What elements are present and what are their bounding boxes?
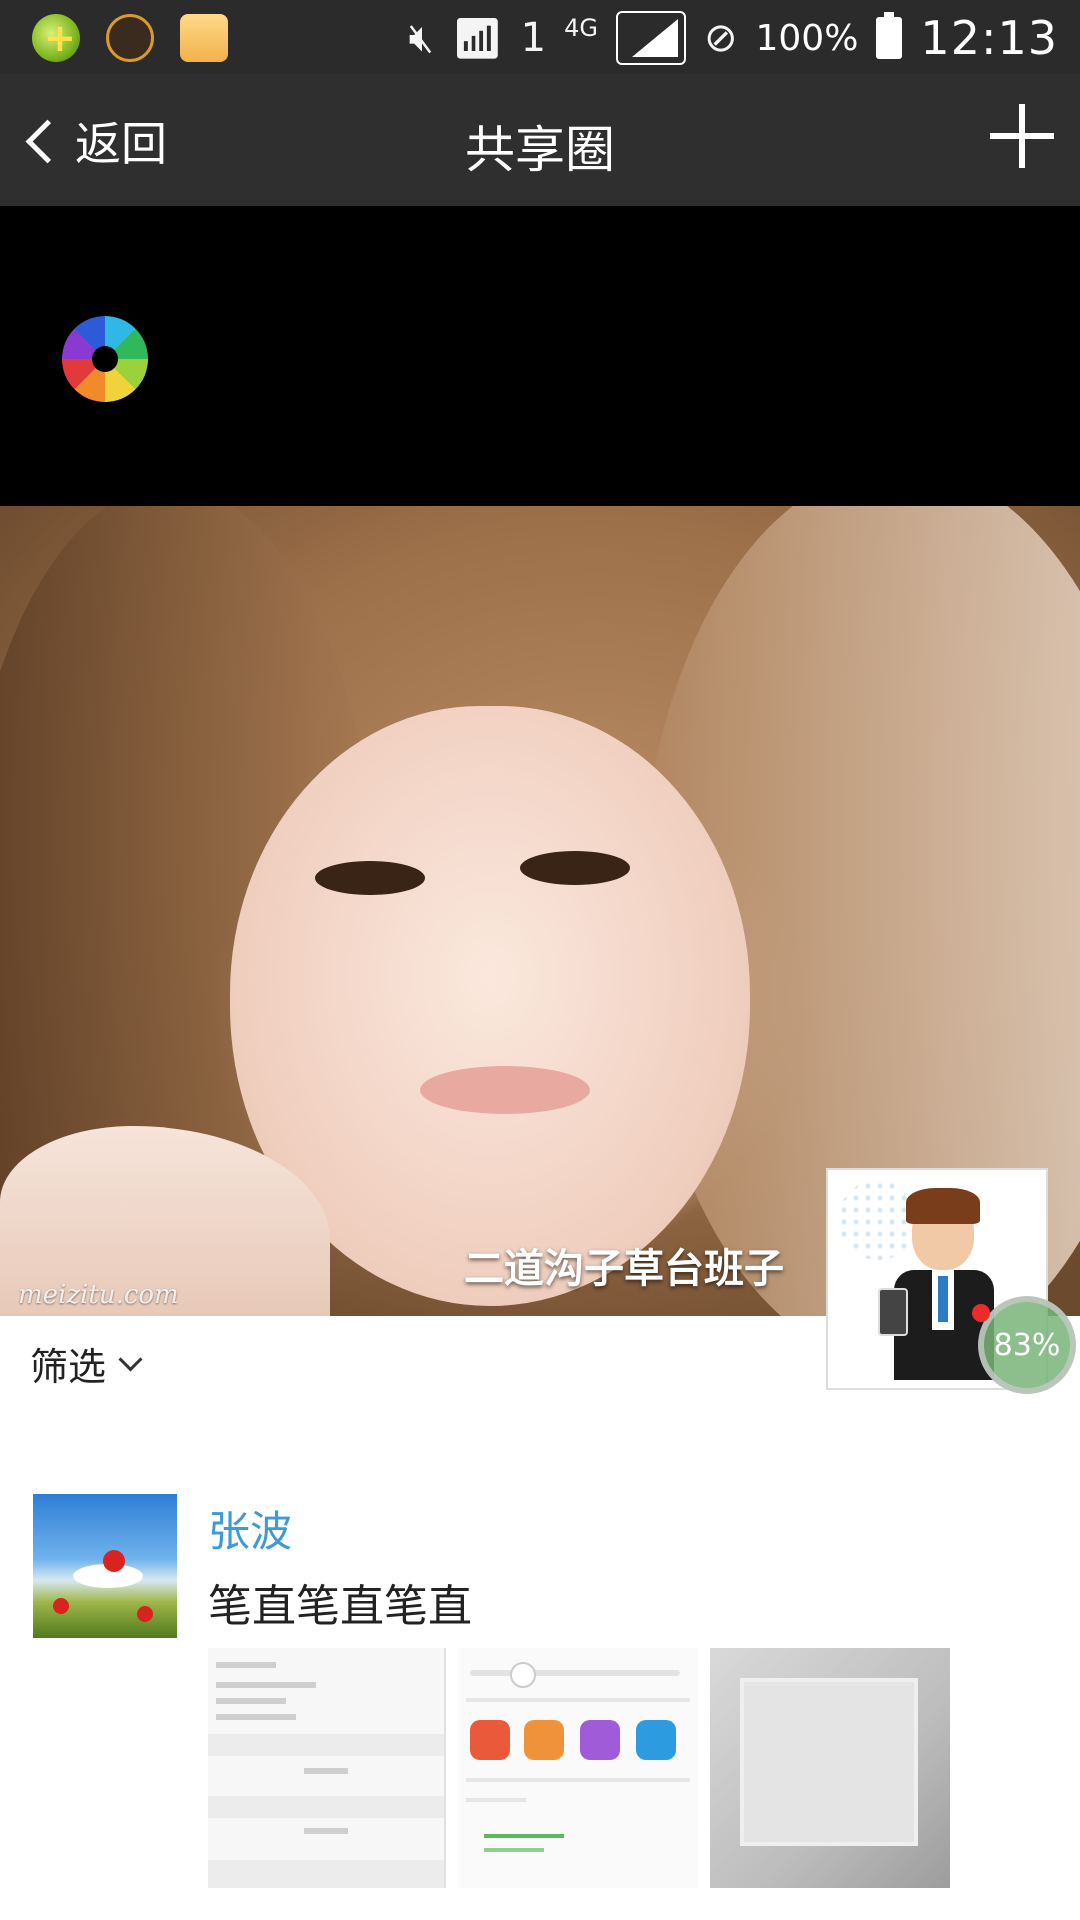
title-bar: 返回 共享圈 <box>0 74 1080 206</box>
post-text: 笔直笔直笔直 <box>208 1581 472 1632</box>
filter-dropdown[interactable]: 筛选 <box>30 1336 143 1391</box>
status-indicators: 🔇︎ 📶︎ 1 4G ⊘ 100% 12:13 <box>409 8 1058 68</box>
chevron-down-icon <box>118 1347 143 1372</box>
battery-icon <box>876 12 903 59</box>
post-author-name[interactable]: 张波 <box>208 1498 292 1559</box>
signal-strength-icon <box>615 11 686 65</box>
page-title: 共享圈 <box>465 121 615 179</box>
face-app-icon <box>106 14 154 62</box>
post-image-2[interactable] <box>458 1648 698 1888</box>
sim-slot-icon: 1 <box>520 15 547 61</box>
post-image-3[interactable] <box>710 1648 950 1888</box>
battery-percent: 100% <box>755 17 859 59</box>
security-app-icon <box>32 14 80 62</box>
cover-username: 二道沟子草台班子 <box>464 1246 784 1292</box>
wifi-icon: 📶︎ <box>451 15 503 62</box>
notification-dot <box>972 1304 990 1322</box>
network-type-icon: 4G <box>564 14 598 42</box>
clock: 12:13 <box>920 11 1058 65</box>
post-image-1[interactable] <box>208 1648 446 1888</box>
header-banner <box>0 206 1080 506</box>
status-bar: 🔇︎ 📶︎ 1 4G ⊘ 100% 12:13 <box>0 0 1080 74</box>
cover-watermark: meizitu.com <box>18 1280 179 1310</box>
floating-progress-badge[interactable]: 83% <box>978 1296 1076 1394</box>
do-not-disturb-icon: ⊘ <box>703 15 738 61</box>
camera-shutter-icon[interactable] <box>62 316 148 402</box>
filter-label: 筛选 <box>30 1345 107 1389</box>
add-post-button[interactable] <box>990 104 1054 168</box>
gift-app-icon <box>180 14 228 62</box>
status-app-icons <box>32 14 228 62</box>
post-author-avatar[interactable] <box>33 1494 177 1638</box>
mute-icon: 🔇︎ <box>408 15 434 61</box>
